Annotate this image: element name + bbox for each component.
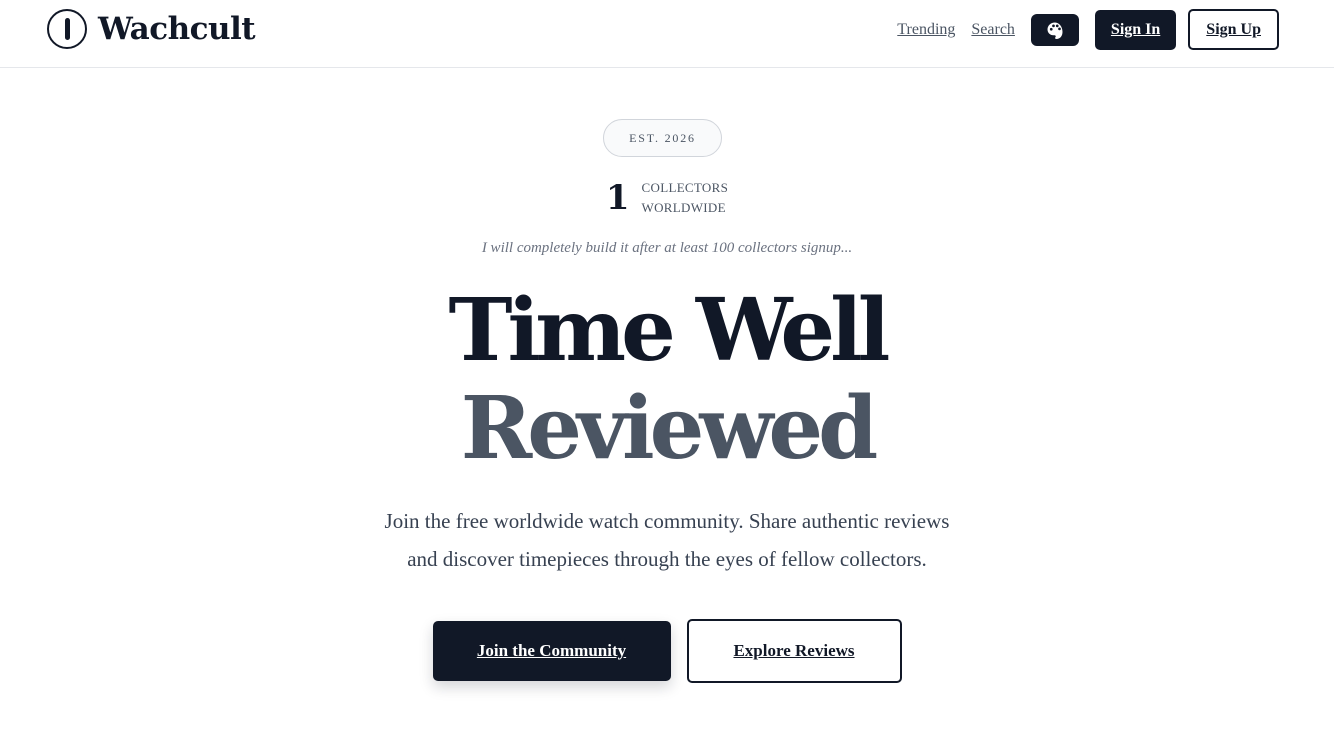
nav-trending-link[interactable]: Trending <box>897 21 955 39</box>
brand-logo-link[interactable]: Wachcult <box>47 9 256 49</box>
nav-search-link[interactable]: Search <box>971 21 1015 39</box>
collector-count-number: 1 <box>605 178 630 218</box>
brand-name: Wachcult <box>98 11 256 47</box>
explore-reviews-button[interactable]: Explore Reviews <box>686 619 902 683</box>
subtext-line2: and discover timepieces through the eyes… <box>407 547 927 571</box>
hero-headline: Time Well Reviewed <box>0 282 1334 478</box>
site-header: Wachcult Trending Search Sign In Sign Up <box>0 0 1334 68</box>
theme-toggle-button[interactable] <box>1030 13 1079 46</box>
established-badge: EST. 2026 <box>603 119 722 157</box>
collector-label-line1: COLLECTORS <box>641 180 729 195</box>
sign-up-button[interactable]: Sign Up <box>1188 9 1279 50</box>
subtext-line1: Join the free worldwide watch community.… <box>384 509 950 533</box>
headline-line2: Reviewed <box>460 378 878 479</box>
headline-line1: Time Well <box>448 280 891 381</box>
watch-logo-icon <box>47 9 87 49</box>
signup-note: I will completely build it after at leas… <box>481 240 853 256</box>
palette-icon <box>1047 22 1063 39</box>
hero-subtext: Join the free worldwide watch community.… <box>0 502 1334 578</box>
main-nav: Trending Search Sign In Sign Up <box>897 9 1279 50</box>
join-community-button[interactable]: Join the Community <box>432 621 671 681</box>
sign-in-button[interactable]: Sign In <box>1094 9 1177 50</box>
cta-group: Join the Community Explore Reviews <box>0 619 1334 683</box>
collector-count: 1 COLLECTORS WORLDWIDE <box>0 178 1334 218</box>
collector-label-line2: WORLDWIDE <box>641 200 726 215</box>
collector-count-label: COLLECTORS WORLDWIDE <box>642 178 729 218</box>
